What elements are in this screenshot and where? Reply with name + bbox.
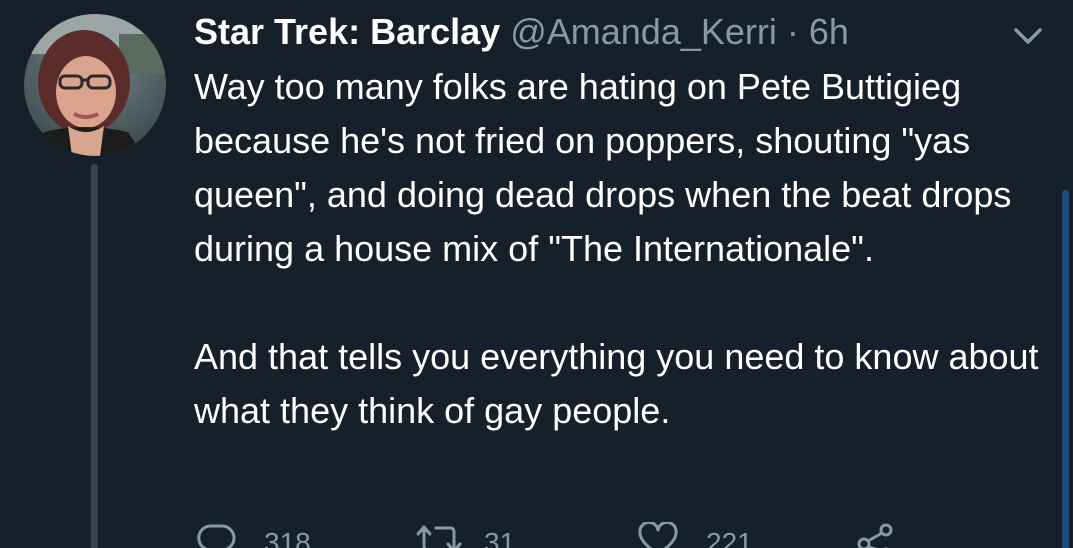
user-handle[interactable]: @Amanda_Kerri xyxy=(510,11,777,52)
like-count: 221 xyxy=(706,527,753,548)
retweet-count: 31 xyxy=(484,527,516,548)
tweet-header: Star Trek: Barclay @Amanda_Kerri · 6h xyxy=(194,10,849,54)
retweet-icon xyxy=(416,525,462,548)
avatar-photo xyxy=(24,14,166,156)
tweet-text: Way too many folks are hating on Pete Bu… xyxy=(194,60,1044,438)
timestamp[interactable]: 6h xyxy=(809,11,849,52)
thread-line xyxy=(91,164,98,548)
separator-dot: · xyxy=(786,11,799,52)
heart-icon xyxy=(638,522,678,548)
chevron-down-icon[interactable] xyxy=(1010,24,1046,48)
tweet-paragraph: And that tells you everything you need t… xyxy=(194,336,1039,431)
tweet-paragraph: Way too many folks are hating on Pete Bu… xyxy=(194,66,1012,269)
reply-icon xyxy=(197,524,236,548)
avatar[interactable] xyxy=(24,14,166,156)
reply-count: 318 xyxy=(264,527,311,548)
scroll-indicator xyxy=(1062,190,1069,548)
share-icon xyxy=(857,523,893,548)
display-name[interactable]: Star Trek: Barclay xyxy=(194,11,500,52)
